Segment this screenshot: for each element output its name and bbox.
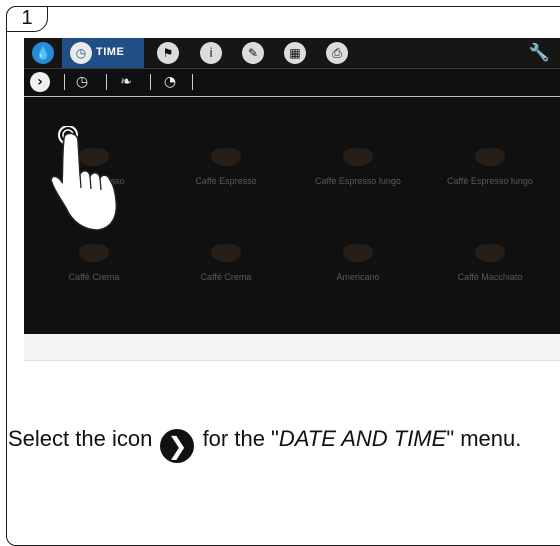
descale-timer-icon[interactable]: ◔ [160,72,180,92]
chevron-right-icon: ❯ [160,429,195,463]
product-tile[interactable]: Caffè Crema [32,234,156,324]
instruction-after: for the " [202,426,279,451]
separator [106,74,107,90]
cup-icon [211,148,241,166]
tab-time-label: TIME [96,46,125,58]
pointing-hand-icon [50,126,118,231]
timer-icon[interactable]: ◷ [72,72,92,92]
product-tile[interactable]: Caffè Crema [164,234,288,324]
product-tile[interactable]: Americano [296,234,420,324]
product-tile[interactable]: Caffè Espresso [164,138,288,228]
cup-icon [211,244,241,262]
product-label: Caffè Espresso lungo [447,176,533,186]
instruction-text: Select the icon ❯ for the "DATE AND TIME… [8,422,560,463]
instruction-before: Select the icon [8,426,153,451]
product-tile[interactable]: Caffè Espresso lungo [428,138,552,228]
flag-icon[interactable]: ⚑ [157,42,179,64]
wrench-icon[interactable]: 🔧 [529,43,550,63]
screen-footer-strip [24,334,560,361]
date-and-time-icon[interactable]: › [30,72,50,92]
product-label: Caffè Espresso [195,176,257,186]
top-menu-bar: 💧 ◷ TIME ⚑ i ✎ ▦ ⎙ 🔧 [24,38,560,69]
instruction-end: " menu. [446,426,522,451]
separator [150,74,151,90]
energy-save-icon[interactable]: ❧ [116,72,136,92]
cup-icon [475,244,505,262]
info-icon[interactable]: i [200,42,222,64]
clock-icon: ◷ [70,42,92,64]
time-submenu-bar: › ◷ ❧ ◔ [24,68,560,97]
product-label: Caffè Crema [200,272,252,282]
cup-icon [475,148,505,166]
separator [192,74,193,90]
coffee-machine-screen: 💧 ◷ TIME ⚑ i ✎ ▦ ⎙ 🔧 › ◷ ❧ ◔ Caffè Espre… [24,38,560,334]
cup-icon [343,148,373,166]
product-label: Caffè Espresso lungo [315,176,401,186]
cup-icon [79,244,109,262]
product-label: Caffè Macchiato [457,272,523,282]
calculator-icon[interactable]: ▦ [284,42,306,64]
water-drop-icon[interactable]: 💧 [32,42,54,64]
menu-name: DATE AND TIME [278,426,447,451]
product-tile[interactable]: Caffè Macchiato [428,234,552,324]
cup-icon [343,244,373,262]
separator [64,74,65,90]
pencil-icon[interactable]: ✎ [242,42,264,64]
printer-icon[interactable]: ⎙ [326,42,348,64]
tab-time[interactable]: ◷ TIME [62,38,144,68]
product-label: Caffè Crema [68,272,120,282]
product-tile[interactable]: Caffè Espresso lungo [296,138,420,228]
product-label: Americano [336,272,380,282]
step-number: 1 [6,6,48,32]
